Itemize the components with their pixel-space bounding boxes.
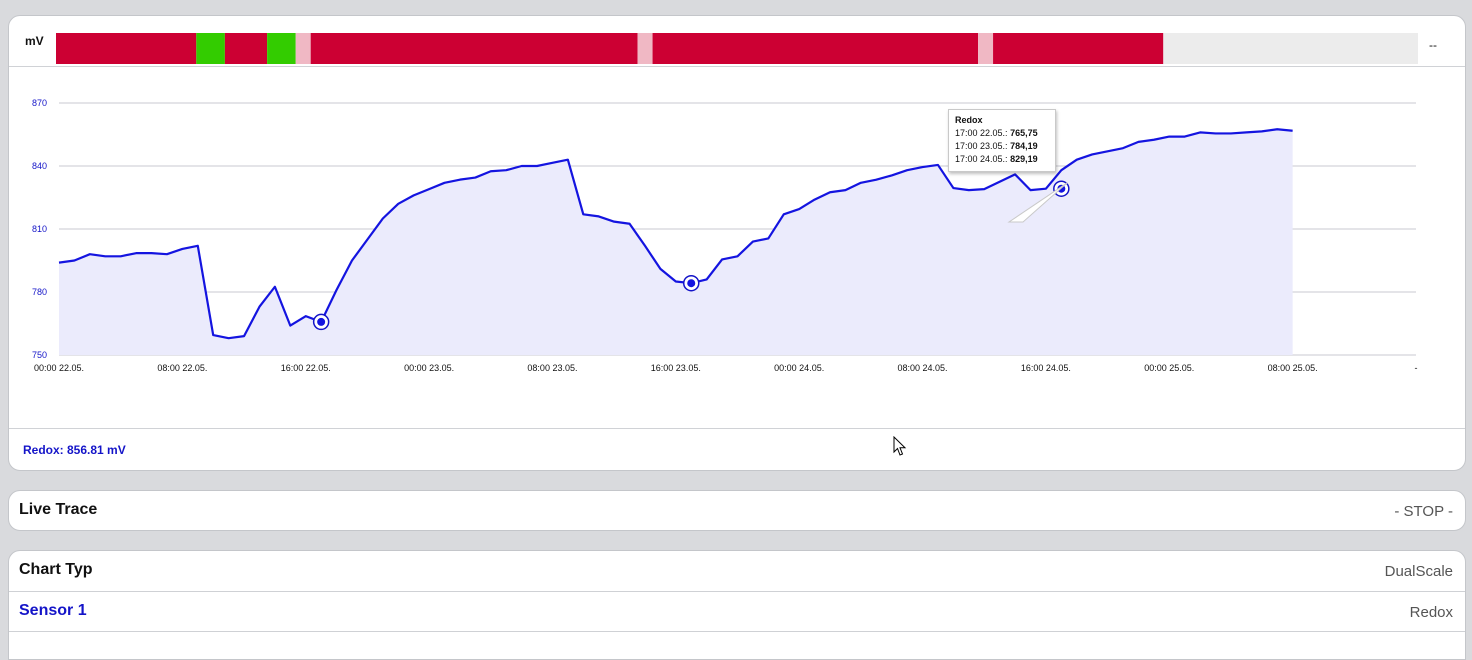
status-band-row: mV -- <box>9 16 1465 67</box>
x-tick-label: 00:00 23.05. <box>404 363 454 373</box>
tooltip-title: Redox <box>955 115 983 125</box>
tooltip-line: 17:00 24.05.: 829,19 <box>955 154 1038 164</box>
series-area <box>59 129 1293 355</box>
status-band <box>56 33 1418 64</box>
y-tick-label: 780 <box>32 287 47 297</box>
chart-type-value[interactable]: DualScale <box>1385 563 1453 580</box>
y-tick-label: 870 <box>32 98 47 108</box>
status-band-segment-pink <box>978 33 994 64</box>
status-band-segment-empty <box>1163 33 1418 64</box>
mouse-pointer-icon <box>893 436 907 456</box>
legend-row: Redox: 856.81 mV <box>9 428 1465 470</box>
x-tick-label: 08:00 24.05. <box>898 363 948 373</box>
y-tick-label: 750 <box>32 350 47 360</box>
y-tick-label: 840 <box>32 161 47 171</box>
status-band-segment-red <box>310 33 638 64</box>
status-band-segment-red <box>993 33 1164 64</box>
x-tick-label: 00:00 24.05. <box>774 363 824 373</box>
chart-type-row[interactable]: Chart Typ DualScale <box>9 551 1465 591</box>
status-band-segment-pink <box>295 33 311 64</box>
tooltip-line: 17:00 22.05.: 765,75 <box>955 128 1038 138</box>
x-tick-label: 08:00 22.05. <box>157 363 207 373</box>
x-tick-label: 08:00 23.05. <box>527 363 577 373</box>
sensor-label: Sensor 1 <box>19 602 87 619</box>
status-band-segment-green <box>196 33 225 64</box>
unit-label: mV <box>25 34 44 48</box>
next-row <box>9 631 1465 659</box>
x-tick-label: 16:00 23.05. <box>651 363 701 373</box>
status-band-segment-pink <box>637 33 653 64</box>
live-trace-stop-button[interactable]: - STOP - <box>1394 503 1453 520</box>
x-tick-label: 00:00 25.05. <box>1144 363 1194 373</box>
data-point-marker-dot <box>687 279 696 288</box>
band-end-label: -- <box>1429 38 1437 52</box>
redox-chart[interactable]: 750 780 810 840 870 00:00 22.05. 08:00 22.05. 1… <box>9 66 1465 428</box>
sensor-row[interactable]: Sensor 1 Redox <box>9 591 1465 631</box>
live-trace-panel[interactable]: Live Trace - STOP - <box>8 490 1466 531</box>
status-band-segment-red <box>224 33 268 64</box>
sensor-value[interactable]: Redox <box>1410 604 1453 621</box>
tooltip-line: 17:00 23.05.: 784,19 <box>955 141 1038 151</box>
status-band-segment-green <box>267 33 296 64</box>
chart-tooltip: Redox 17:00 22.05.: 765,75 17:00 23.05.:… <box>948 109 1056 172</box>
status-band-segment-red <box>652 33 979 64</box>
x-tick-label: 08:00 25.05. <box>1268 363 1318 373</box>
status-band-segment-red <box>56 33 197 64</box>
chart-panel: mV -- 750 780 810 840 870 00:00 22.05. 08:00 2… <box>8 15 1466 471</box>
x-tick-label: 16:00 24.05. <box>1021 363 1071 373</box>
x-tick-label: 00:00 22.05. <box>34 363 84 373</box>
settings-panel: Chart Typ DualScale Sensor 1 Redox <box>8 550 1466 660</box>
x-tick-label: - <box>1415 363 1418 373</box>
y-tick-label: 810 <box>32 224 47 234</box>
x-tick-label: 16:00 22.05. <box>281 363 331 373</box>
live-trace-title: Live Trace <box>19 501 98 518</box>
live-trace-row[interactable]: Live Trace - STOP - <box>9 491 1465 530</box>
chart-type-label: Chart Typ <box>19 561 93 578</box>
data-point-marker-dot <box>317 317 326 326</box>
legend-current-value: Redox: 856.81 mV <box>23 443 126 457</box>
